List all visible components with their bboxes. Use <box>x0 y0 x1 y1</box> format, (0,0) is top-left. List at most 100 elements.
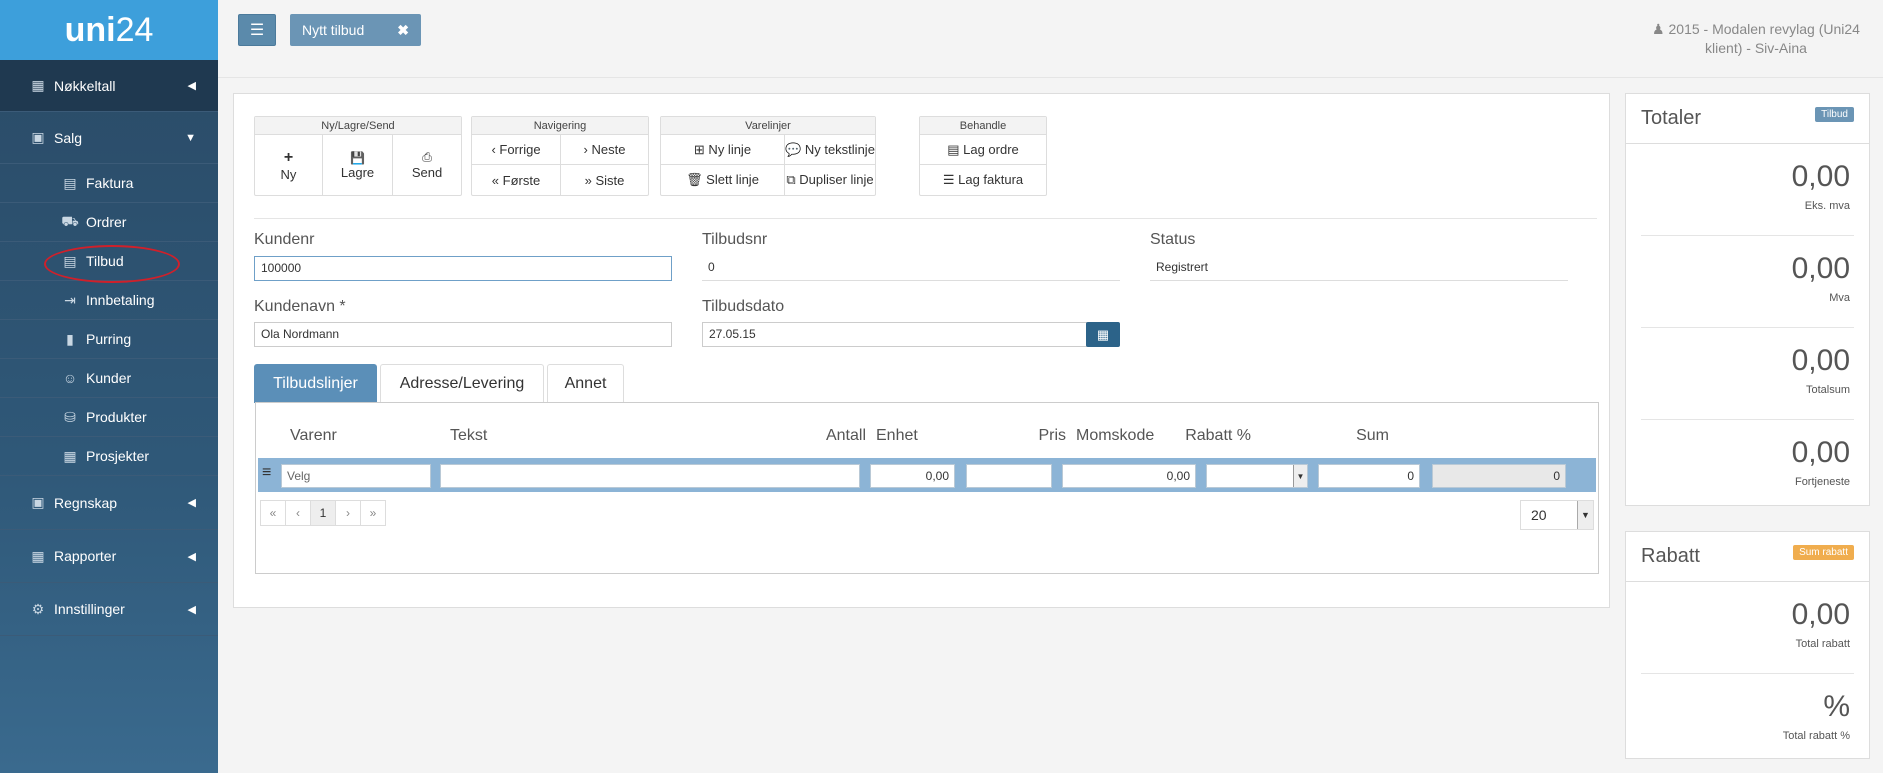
customer-name-input[interactable]: Ola Nordmann <box>254 322 672 347</box>
tekst-input[interactable] <box>440 464 860 488</box>
column-header-tekst: Tekst <box>450 427 488 444</box>
customer-number-label: Kundenr <box>254 231 315 248</box>
total-label: Eks. mva <box>1804 200 1850 212</box>
menu-toggle-button[interactable]: ☰ <box>238 14 276 46</box>
column-header-varenr: Varenr <box>290 427 337 444</box>
floppy-icon: 💾 <box>350 150 365 165</box>
sidebar-item-rapporter[interactable]: ▦ Rapporter ◀ <box>0 530 218 583</box>
totals-title: Totaler <box>1641 107 1702 129</box>
total-item: 0,00 Eks. mva <box>1641 144 1854 236</box>
sidebar-item-label: Regnskap <box>54 494 118 511</box>
chart-icon: ▦ <box>31 77 45 93</box>
printer-icon: ⎙ <box>422 150 432 164</box>
sidebar-item-label: Innstillinger <box>54 601 125 617</box>
antall-input[interactable]: 0,00 <box>870 464 955 488</box>
customer-number-input[interactable]: 100000 <box>254 256 672 281</box>
rabatt-input[interactable]: 0 <box>1318 464 1420 488</box>
toolbar-group-title: Varelinjer <box>661 117 875 135</box>
payment-icon: ⇥ <box>64 291 76 308</box>
sidebar-item-label: Innbetaling <box>86 292 155 308</box>
delete-line-button[interactable]: 🗑 Slett linje <box>661 165 785 195</box>
last-button[interactable]: » Siste <box>561 165 648 195</box>
pris-input[interactable]: 0,00 <box>1062 464 1196 488</box>
cart-icon: ⛟ <box>61 212 79 229</box>
create-invoice-button[interactable]: ☰ Lag faktura <box>920 165 1046 195</box>
toolbar-group-title: Behandle <box>920 117 1046 135</box>
send-label: Send <box>411 165 443 180</box>
new-text-line-button[interactable]: 💬 Ny tekstlinje <box>785 135 875 165</box>
settings-icon: ⚙ <box>31 600 45 617</box>
sidebar-item-nokkeltall[interactable]: ▦ Nøkkeltall ◀ <box>0 60 218 112</box>
sidebar-item-prosjekter[interactable]: ▦ Prosjekter <box>0 437 218 476</box>
page-number-button[interactable]: 1 <box>310 500 336 526</box>
save-button[interactable]: 💾 Lagre <box>323 135 393 195</box>
tab-tilbudslinjer[interactable]: Tilbudslinjer <box>254 364 377 403</box>
totals-badge: Tilbud <box>1815 107 1854 122</box>
caret-left-icon: ◀ <box>187 80 196 92</box>
status-label: Status <box>1150 231 1196 248</box>
next-button[interactable]: › Neste <box>561 135 648 165</box>
column-header-enhet: Enhet <box>876 427 918 444</box>
sum-field: 0 <box>1432 464 1566 488</box>
page-size-select[interactable]: 20 ▼ <box>1520 500 1594 530</box>
offer-date-label: Tilbudsdato <box>702 298 785 315</box>
calendar-button[interactable]: ▦ <box>1086 322 1120 347</box>
page-last-button[interactable]: » <box>360 500 386 526</box>
sidebar-item-produkter[interactable]: ⛁ Produkter <box>0 398 218 437</box>
send-button[interactable]: ⎙ Send <box>393 135 461 195</box>
divider <box>254 218 1597 219</box>
sidebar-item-innbetaling[interactable]: ⇥ Innbetaling <box>0 281 218 320</box>
sidebar-item-label: Kunder <box>86 370 132 386</box>
sidebar-item-tilbud[interactable]: ▤ Tilbud <box>0 242 218 281</box>
tab-label: Nytt tilbud <box>302 22 365 38</box>
discount-panel: Rabatt Sum rabatt 0,00 Total rabatt % Total… <box>1625 531 1870 759</box>
hamburger-icon: ☰ <box>249 22 265 39</box>
user-info[interactable]: ♟ 2015 - Modalen revylag (Uni24 klient) -… <box>1641 20 1871 58</box>
page-size-value: 20 <box>1531 507 1547 523</box>
sidebar-item-label: Ordrer <box>86 214 127 230</box>
sidebar-item-kunder[interactable]: ☺ Kunder <box>0 359 218 398</box>
sidebar-item-regnskap[interactable]: ▣ Regnskap ◀ <box>0 476 218 530</box>
sidebar-item-ordrer[interactable]: ⛟ Ordrer <box>0 203 218 242</box>
new-button[interactable]: + Ny <box>255 135 323 195</box>
new-line-button[interactable]: ⊞ Ny linje <box>661 135 785 165</box>
sidebar-item-salg[interactable]: ▣ Salg ▼ <box>0 112 218 164</box>
discount-value: 0,00 <box>1791 598 1850 631</box>
sidebar-item-faktura[interactable]: ▤ Faktura <box>0 164 218 203</box>
close-icon[interactable]: ✖ <box>397 22 409 39</box>
page-first-button[interactable]: « <box>260 500 286 526</box>
enhet-input[interactable] <box>966 464 1052 488</box>
page-prev-button[interactable]: ‹ <box>285 500 311 526</box>
sidebar-item-innstillinger[interactable]: ⚙ Innstillinger ◀ <box>0 583 218 636</box>
tab-annet[interactable]: Annet <box>547 364 624 403</box>
total-label: Totalsum <box>1805 384 1850 396</box>
sidebar: uni 24 ▦ Nøkkeltall ◀ ▣ Salg ▼ ▤ Faktura ⛟ Ordr… <box>0 0 218 773</box>
drag-handle-icon[interactable]: ≡ <box>262 464 271 482</box>
total-value: 0,00 <box>1791 160 1850 193</box>
report-icon: ▦ <box>31 547 45 564</box>
discount-label: Total rabatt % <box>1782 730 1850 742</box>
discount-title: Rabatt <box>1641 545 1700 567</box>
sidebar-item-label: Produkter <box>86 409 147 425</box>
offer-date-input[interactable]: 27.05.15 <box>702 322 1087 347</box>
page-next-button[interactable]: › <box>335 500 361 526</box>
sidebar-item-purring[interactable]: ▮ Purring <box>0 320 218 359</box>
discount-header: Rabatt Sum rabatt <box>1626 532 1869 582</box>
first-button[interactable]: « Første <box>472 165 561 195</box>
sidebar-item-label: Tilbud <box>86 253 124 269</box>
previous-button[interactable]: ‹ Forrige <box>472 135 561 165</box>
tab-adresse-levering[interactable]: Adresse/Levering <box>380 364 544 403</box>
user-line2: klient) - Siv-Aina <box>1705 40 1807 56</box>
duplicate-line-button[interactable]: ⧉ Dupliser linje <box>785 165 875 195</box>
varenr-select[interactable]: Velg <box>281 464 431 488</box>
new-label: Ny <box>280 166 297 182</box>
momskode-select[interactable]: ▼ <box>1206 464 1308 488</box>
caret-left-icon: ◀ <box>187 497 196 509</box>
discount-value: % <box>1823 690 1850 723</box>
toolbar-group-navigering: Navigering ‹ Forrige › Neste « Første » … <box>471 116 649 196</box>
offer-lines-grid: Varenr Tekst Antall Enhet Pris Momskode … <box>255 402 1599 574</box>
create-order-button[interactable]: ▤ Lag ordre <box>920 135 1046 165</box>
open-tab-nytt-tilbud[interactable]: Nytt tilbud ✖ <box>290 14 421 46</box>
total-item: 0,00 Fortjeneste <box>1641 420 1854 512</box>
app-logo[interactable]: uni 24 <box>0 0 218 60</box>
